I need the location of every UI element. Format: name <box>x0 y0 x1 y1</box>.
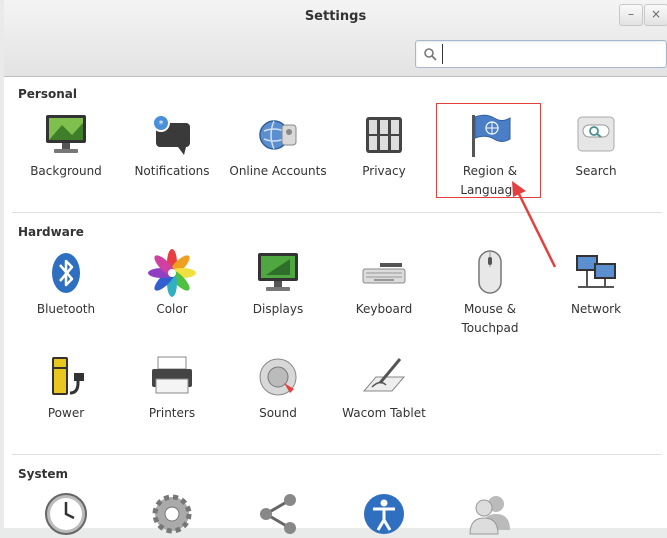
settings-panel: Personal Background * Notifications Onli… <box>4 77 667 535</box>
annotation-arrow <box>512 181 557 268</box>
search-input[interactable] <box>442 44 665 64</box>
close-button[interactable]: × <box>644 4 667 26</box>
minimize-button[interactable]: – <box>619 4 643 26</box>
search-icon <box>424 48 437 61</box>
search-box[interactable] <box>415 40 667 68</box>
window-title: Settings <box>304 9 367 24</box>
header-bar: Settings – × <box>4 0 667 77</box>
